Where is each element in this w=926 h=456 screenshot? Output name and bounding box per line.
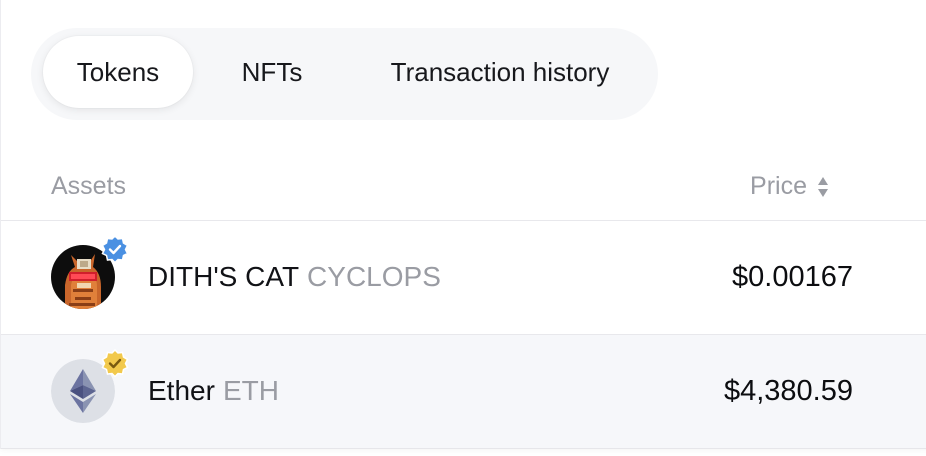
tab-transaction-history[interactable]: Transaction history: [361, 36, 639, 108]
token-name: Ether ETH: [148, 375, 279, 407]
token-price: $4,380.59: [723, 375, 853, 407]
verified-badge-icon: [101, 349, 129, 377]
token-name-label: Ether: [148, 375, 215, 406]
token-symbol: CYCLOPS: [307, 261, 441, 292]
token-avatar: [51, 235, 129, 309]
column-header-price[interactable]: Price: [750, 172, 829, 201]
tab-tokens[interactable]: Tokens: [43, 36, 193, 108]
table-header: Assets Price: [1, 150, 926, 221]
token-price: $0.00167: [732, 261, 853, 293]
token-name-label: DITH'S CAT: [148, 261, 300, 292]
verified-badge-icon: [101, 235, 129, 263]
sort-icon[interactable]: [817, 176, 829, 198]
column-header-price-label: Price: [750, 172, 807, 200]
token-list-card: Tokens NFTs Transaction history Assets P…: [0, 0, 926, 449]
table-row[interactable]: Ether ETH $4,380.59: [1, 335, 926, 448]
table-row[interactable]: DITH'S CAT CYCLOPS $0.00167: [1, 221, 926, 335]
token-name: DITH'S CAT CYCLOPS: [148, 261, 441, 293]
tab-bar: Tokens NFTs Transaction history: [31, 28, 658, 120]
token-avatar: [51, 349, 129, 423]
token-symbol: ETH: [222, 375, 279, 406]
tab-nfts[interactable]: NFTs: [221, 36, 323, 108]
column-header-assets: Assets: [51, 172, 127, 200]
